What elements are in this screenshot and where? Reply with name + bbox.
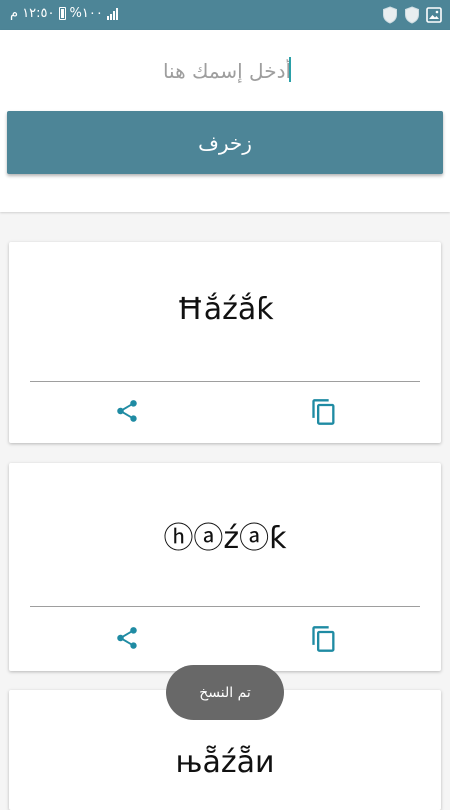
copy-button[interactable] [309, 396, 339, 428]
card-divider [30, 606, 420, 607]
shield-icon [383, 6, 397, 24]
status-left: ١٢:٥٠ م %١٠٠ [10, 6, 118, 21]
name-input[interactable] [60, 52, 394, 90]
copied-toast: تم النسخ [166, 665, 284, 720]
copy-icon [312, 626, 335, 652]
status-right [382, 6, 442, 24]
share-button[interactable] [113, 396, 141, 426]
result-card: Ħắźắƙ [9, 242, 441, 443]
copy-icon [312, 399, 335, 425]
image-icon [426, 7, 442, 23]
share-button[interactable] [113, 623, 141, 653]
status-time: ١٢:٥٠ م [10, 6, 55, 21]
share-icon [117, 627, 137, 649]
signal-icon [106, 7, 118, 20]
copy-button[interactable] [309, 623, 339, 655]
battery-icon [58, 7, 66, 20]
status-battery-percent: %١٠٠ [69, 6, 103, 21]
decorate-button[interactable]: زخرف [7, 111, 443, 174]
shield-icon [405, 6, 419, 24]
card-divider [30, 381, 420, 382]
status-bar: ١٢:٥٠ م %١٠٠ [0, 0, 450, 30]
text-cursor [289, 57, 291, 82]
decorated-text: Ħắźắƙ [176, 292, 274, 327]
share-icon [117, 400, 137, 422]
decorated-text: ⓗⓐźⓐƙ [163, 521, 287, 556]
result-card: ⓗⓐźⓐƙ [9, 463, 441, 671]
input-panel: زخرف [0, 30, 450, 212]
decorated-text: њẵźẵи [175, 745, 275, 780]
